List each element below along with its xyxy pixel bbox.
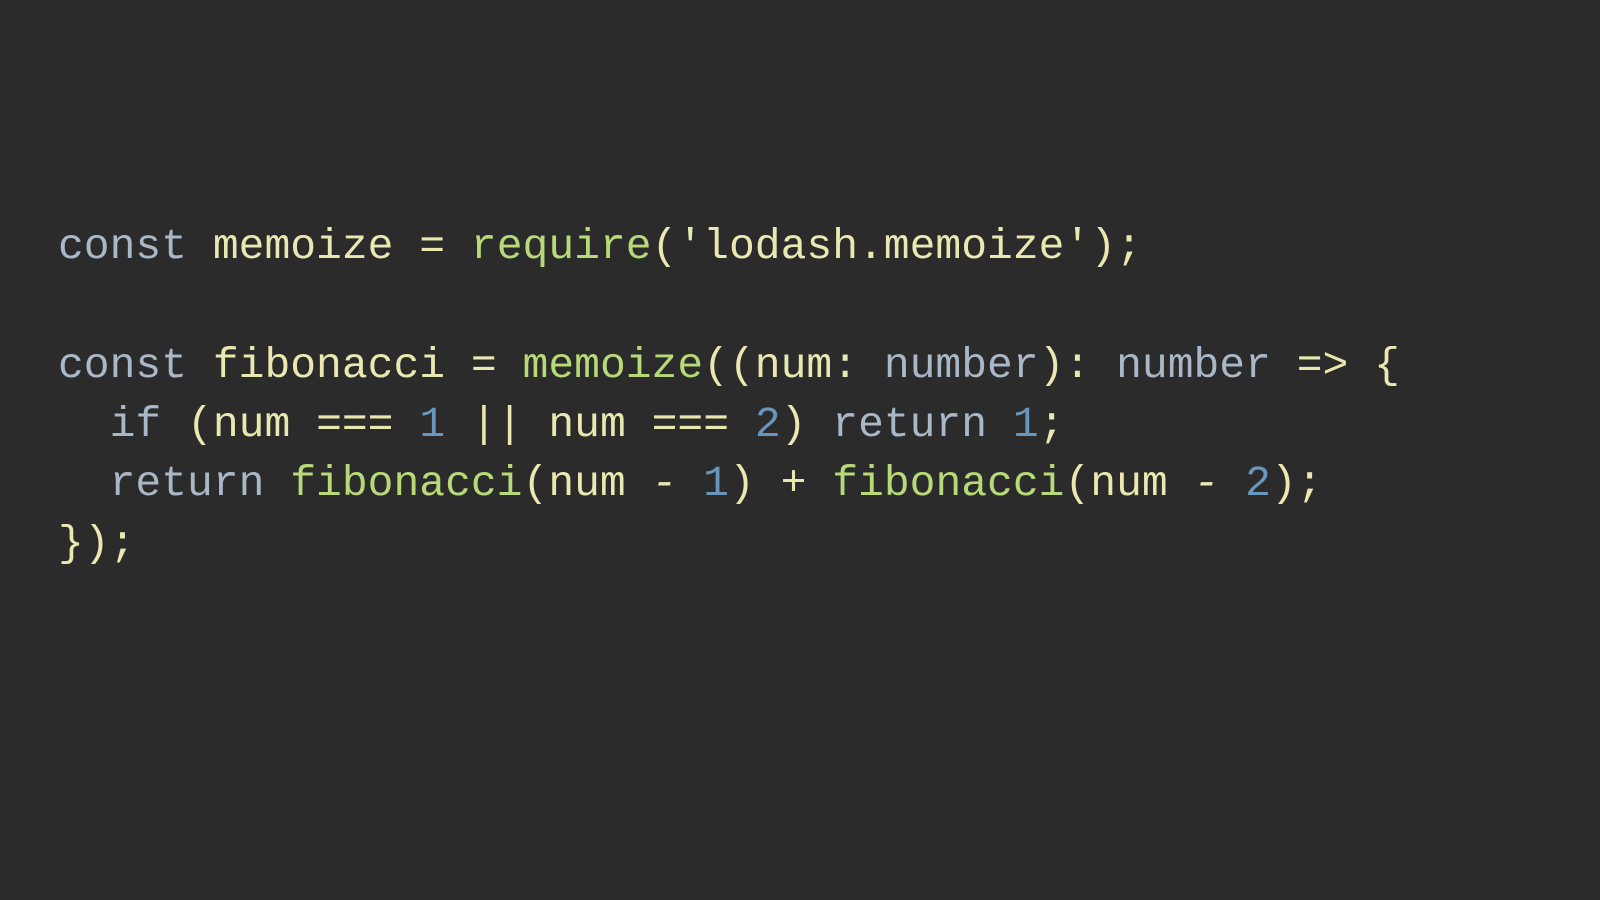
brace-close: } — [58, 519, 84, 568]
indent — [58, 459, 110, 508]
code-line-1: const memoize = require('lodash.memoize'… — [58, 222, 1142, 271]
arrow-function: => — [1297, 341, 1349, 390]
variable-memoize: memoize — [213, 222, 394, 271]
paren-open: ( — [1064, 459, 1090, 508]
param-num: num — [755, 341, 832, 390]
operator-plus: + — [781, 459, 807, 508]
variable-fibonacci: fibonacci — [213, 341, 445, 390]
type-number: number — [1116, 341, 1271, 390]
number-literal: 1 — [419, 400, 445, 449]
identifier-num: num — [1090, 459, 1167, 508]
type-number: number — [884, 341, 1039, 390]
keyword-const: const — [58, 222, 187, 271]
operator-strict-eq: === — [316, 400, 393, 449]
paren-close: ) — [1271, 459, 1297, 508]
number-literal: 1 — [703, 459, 729, 508]
operator-minus: - — [652, 459, 678, 508]
colon: : — [832, 341, 858, 390]
number-literal: 2 — [755, 400, 781, 449]
semicolon: ; — [1297, 459, 1323, 508]
paren-close: ) — [729, 459, 755, 508]
colon: : — [1064, 341, 1090, 390]
string-module: 'lodash.memoize' — [677, 222, 1090, 271]
paren-close: ) — [84, 519, 110, 568]
paren-open: (( — [703, 341, 755, 390]
keyword-const: const — [58, 341, 187, 390]
function-fibonacci: fibonacci — [832, 459, 1064, 508]
paren-open: ( — [523, 459, 549, 508]
identifier-num: num — [213, 400, 290, 449]
code-line-5: return fibonacci(num - 1) + fibonacci(nu… — [58, 459, 1323, 508]
paren-open: ( — [652, 222, 678, 271]
function-memoize: memoize — [523, 341, 704, 390]
paren-close: ) — [1039, 341, 1065, 390]
paren-close: ) — [781, 400, 807, 449]
code-line-4: if (num === 1 || num === 2) return 1; — [58, 400, 1065, 449]
code-line-6: }); — [58, 519, 135, 568]
number-literal: 1 — [1013, 400, 1039, 449]
number-literal: 2 — [1245, 459, 1271, 508]
identifier-num: num — [548, 459, 625, 508]
identifier-num: num — [548, 400, 625, 449]
brace-open: { — [1374, 341, 1400, 390]
operator-or: || — [471, 400, 523, 449]
code-block: const memoize = require('lodash.memoize'… — [58, 217, 1400, 573]
operator-equals: = — [471, 341, 497, 390]
semicolon: ; — [1116, 222, 1142, 271]
code-line-3: const fibonacci = memoize((num: number):… — [58, 341, 1400, 390]
operator-strict-eq: === — [652, 400, 729, 449]
operator-equals: = — [419, 222, 445, 271]
keyword-return: return — [832, 400, 987, 449]
indent — [58, 400, 110, 449]
keyword-return: return — [110, 459, 265, 508]
semicolon: ; — [1039, 400, 1065, 449]
paren-close: ) — [1090, 222, 1116, 271]
function-require: require — [471, 222, 652, 271]
paren-open: ( — [187, 400, 213, 449]
function-fibonacci: fibonacci — [290, 459, 522, 508]
keyword-if: if — [110, 400, 162, 449]
operator-minus: - — [1194, 459, 1220, 508]
semicolon: ; — [110, 519, 136, 568]
